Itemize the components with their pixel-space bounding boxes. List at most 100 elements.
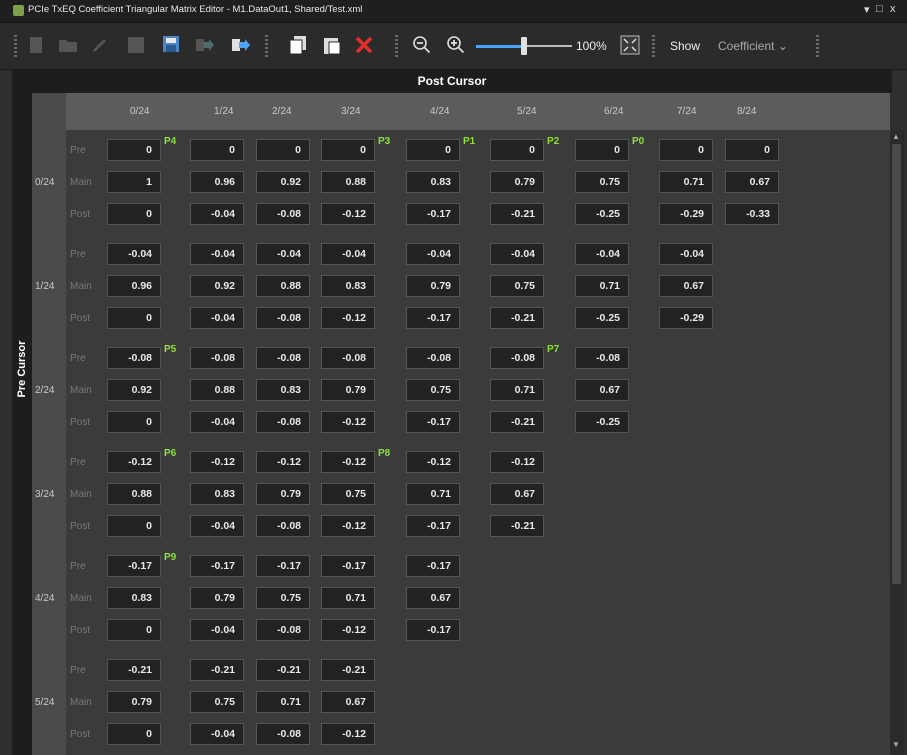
edit-pencil-icon[interactable] (90, 35, 110, 55)
coefficient-cell-pre[interactable]: 0 (190, 139, 244, 161)
coefficient-cell-post[interactable]: -0.08 (256, 723, 310, 745)
maximize-button[interactable]: □ (876, 3, 883, 15)
toolbar-grip[interactable] (395, 35, 398, 57)
toolbar-grip[interactable] (265, 35, 268, 57)
coefficient-cell-post[interactable]: -0.21 (490, 203, 544, 225)
copy-icon[interactable] (288, 35, 308, 55)
coefficient-cell-post[interactable]: -0.17 (406, 619, 460, 641)
coefficient-cell-pre[interactable]: -0.17 (256, 555, 310, 577)
coefficient-cell-main[interactable]: 0.75 (406, 379, 460, 401)
coefficient-cell-pre[interactable]: -0.12 (256, 451, 310, 473)
coefficient-cell-pre[interactable]: -0.08 (321, 347, 375, 369)
coefficient-cell-pre[interactable]: 0 (321, 139, 375, 161)
delete-icon[interactable] (354, 35, 374, 55)
coefficient-cell-main[interactable]: 0.83 (321, 275, 375, 297)
coefficient-cell-post[interactable]: -0.12 (321, 307, 375, 329)
import-icon[interactable] (194, 35, 214, 55)
coefficient-cell-post[interactable]: -0.33 (725, 203, 779, 225)
toolbar-grip[interactable] (816, 35, 819, 57)
export-icon[interactable] (230, 35, 250, 55)
coefficient-cell-main[interactable]: 0.71 (659, 171, 713, 193)
coefficient-cell-post[interactable]: -0.25 (575, 203, 629, 225)
coefficient-cell-main[interactable]: 0.83 (190, 483, 244, 505)
coefficient-cell-pre[interactable]: -0.08 (190, 347, 244, 369)
coefficient-cell-post[interactable]: -0.29 (659, 307, 713, 329)
coefficient-cell-pre[interactable]: -0.12 (490, 451, 544, 473)
open-folder-icon[interactable] (58, 35, 78, 55)
coefficient-cell-post[interactable]: -0.08 (256, 203, 310, 225)
view-mode-dropdown[interactable]: Coefficient ⌄ (718, 39, 788, 53)
coefficient-cell-main[interactable]: 0.71 (490, 379, 544, 401)
coefficient-cell-pre[interactable]: -0.12 (406, 451, 460, 473)
coefficient-cell-main[interactable]: 0.75 (575, 171, 629, 193)
zoom-slider-track[interactable] (476, 45, 524, 48)
coefficient-cell-main[interactable]: 0.79 (321, 379, 375, 401)
scroll-down-icon[interactable]: ▼ (892, 740, 900, 749)
zoom-slider-thumb[interactable] (521, 37, 527, 55)
coefficient-cell-pre[interactable]: -0.21 (256, 659, 310, 681)
coefficient-cell-post[interactable]: -0.04 (190, 723, 244, 745)
coefficient-cell-post[interactable]: -0.04 (190, 619, 244, 641)
coefficient-cell-pre[interactable]: -0.21 (190, 659, 244, 681)
coefficient-cell-post[interactable]: -0.12 (321, 723, 375, 745)
coefficient-cell-pre[interactable]: -0.17 (406, 555, 460, 577)
toolbar-grip[interactable] (14, 35, 17, 57)
coefficient-cell-main[interactable]: 0.67 (725, 171, 779, 193)
coefficient-cell-pre[interactable]: -0.04 (107, 243, 161, 265)
coefficient-cell-pre[interactable]: -0.08 (575, 347, 629, 369)
coefficient-cell-main[interactable]: 0.67 (659, 275, 713, 297)
save-icon[interactable] (126, 35, 146, 55)
scrollbar-thumb[interactable] (892, 144, 901, 584)
coefficient-cell-post[interactable]: 0 (107, 307, 161, 329)
coefficient-cell-main[interactable]: 0.67 (406, 587, 460, 609)
coefficient-cell-pre[interactable]: -0.12 (107, 451, 161, 473)
coefficient-cell-post[interactable]: -0.21 (490, 411, 544, 433)
coefficient-cell-pre[interactable]: 0 (406, 139, 460, 161)
coefficient-cell-main[interactable]: 0.71 (575, 275, 629, 297)
coefficient-cell-pre[interactable]: -0.04 (659, 243, 713, 265)
coefficient-cell-main[interactable]: 0.83 (107, 587, 161, 609)
coefficient-cell-post[interactable]: -0.04 (190, 411, 244, 433)
coefficient-cell-post[interactable]: -0.25 (575, 411, 629, 433)
coefficient-cell-post[interactable]: 0 (107, 619, 161, 641)
coefficient-cell-pre[interactable]: -0.04 (256, 243, 310, 265)
coefficient-cell-post[interactable]: -0.21 (490, 307, 544, 329)
close-button[interactable]: x (890, 3, 896, 15)
coefficient-cell-post[interactable]: 0 (107, 203, 161, 225)
coefficient-cell-main[interactable]: 0.83 (406, 171, 460, 193)
coefficient-cell-post[interactable]: -0.25 (575, 307, 629, 329)
vertical-scrollbar[interactable]: ▲ ▼ (890, 130, 904, 755)
coefficient-cell-post[interactable]: 0 (107, 515, 161, 537)
coefficient-cell-pre[interactable]: -0.08 (256, 347, 310, 369)
coefficient-cell-pre[interactable]: 0 (725, 139, 779, 161)
coefficient-cell-post[interactable]: -0.21 (490, 515, 544, 537)
coefficient-cell-pre[interactable]: -0.04 (575, 243, 629, 265)
coefficient-cell-main[interactable]: 0.71 (406, 483, 460, 505)
coefficient-cell-post[interactable]: -0.17 (406, 411, 460, 433)
coefficient-cell-post[interactable]: -0.08 (256, 411, 310, 433)
coefficient-cell-post[interactable]: -0.04 (190, 307, 244, 329)
coefficient-cell-pre[interactable]: -0.17 (190, 555, 244, 577)
coefficient-cell-main[interactable]: 0.79 (190, 587, 244, 609)
coefficient-cell-post[interactable]: -0.08 (256, 515, 310, 537)
coefficient-cell-pre[interactable]: -0.21 (107, 659, 161, 681)
coefficient-cell-post[interactable]: -0.17 (406, 515, 460, 537)
coefficient-cell-main[interactable]: 0.88 (190, 379, 244, 401)
zoom-in-icon[interactable] (446, 35, 466, 55)
coefficient-cell-main[interactable]: 0.88 (256, 275, 310, 297)
coefficient-cell-main[interactable]: 1 (107, 171, 161, 193)
dropdown-window-button[interactable]: ▾ (864, 3, 870, 16)
coefficient-cell-main[interactable]: 0.79 (107, 691, 161, 713)
coefficient-cell-main[interactable]: 0.92 (190, 275, 244, 297)
zoom-out-icon[interactable] (412, 35, 432, 55)
coefficient-cell-pre[interactable]: -0.08 (490, 347, 544, 369)
coefficient-cell-main[interactable]: 0.71 (256, 691, 310, 713)
coefficient-cell-pre[interactable]: -0.04 (406, 243, 460, 265)
coefficient-cell-main[interactable]: 0.67 (321, 691, 375, 713)
coefficient-cell-post[interactable]: -0.04 (190, 515, 244, 537)
coefficient-cell-post[interactable]: -0.04 (190, 203, 244, 225)
coefficient-cell-main[interactable]: 0.92 (256, 171, 310, 193)
coefficient-cell-pre[interactable]: 0 (107, 139, 161, 161)
coefficient-cell-post[interactable]: -0.08 (256, 619, 310, 641)
coefficient-cell-pre[interactable]: -0.17 (321, 555, 375, 577)
